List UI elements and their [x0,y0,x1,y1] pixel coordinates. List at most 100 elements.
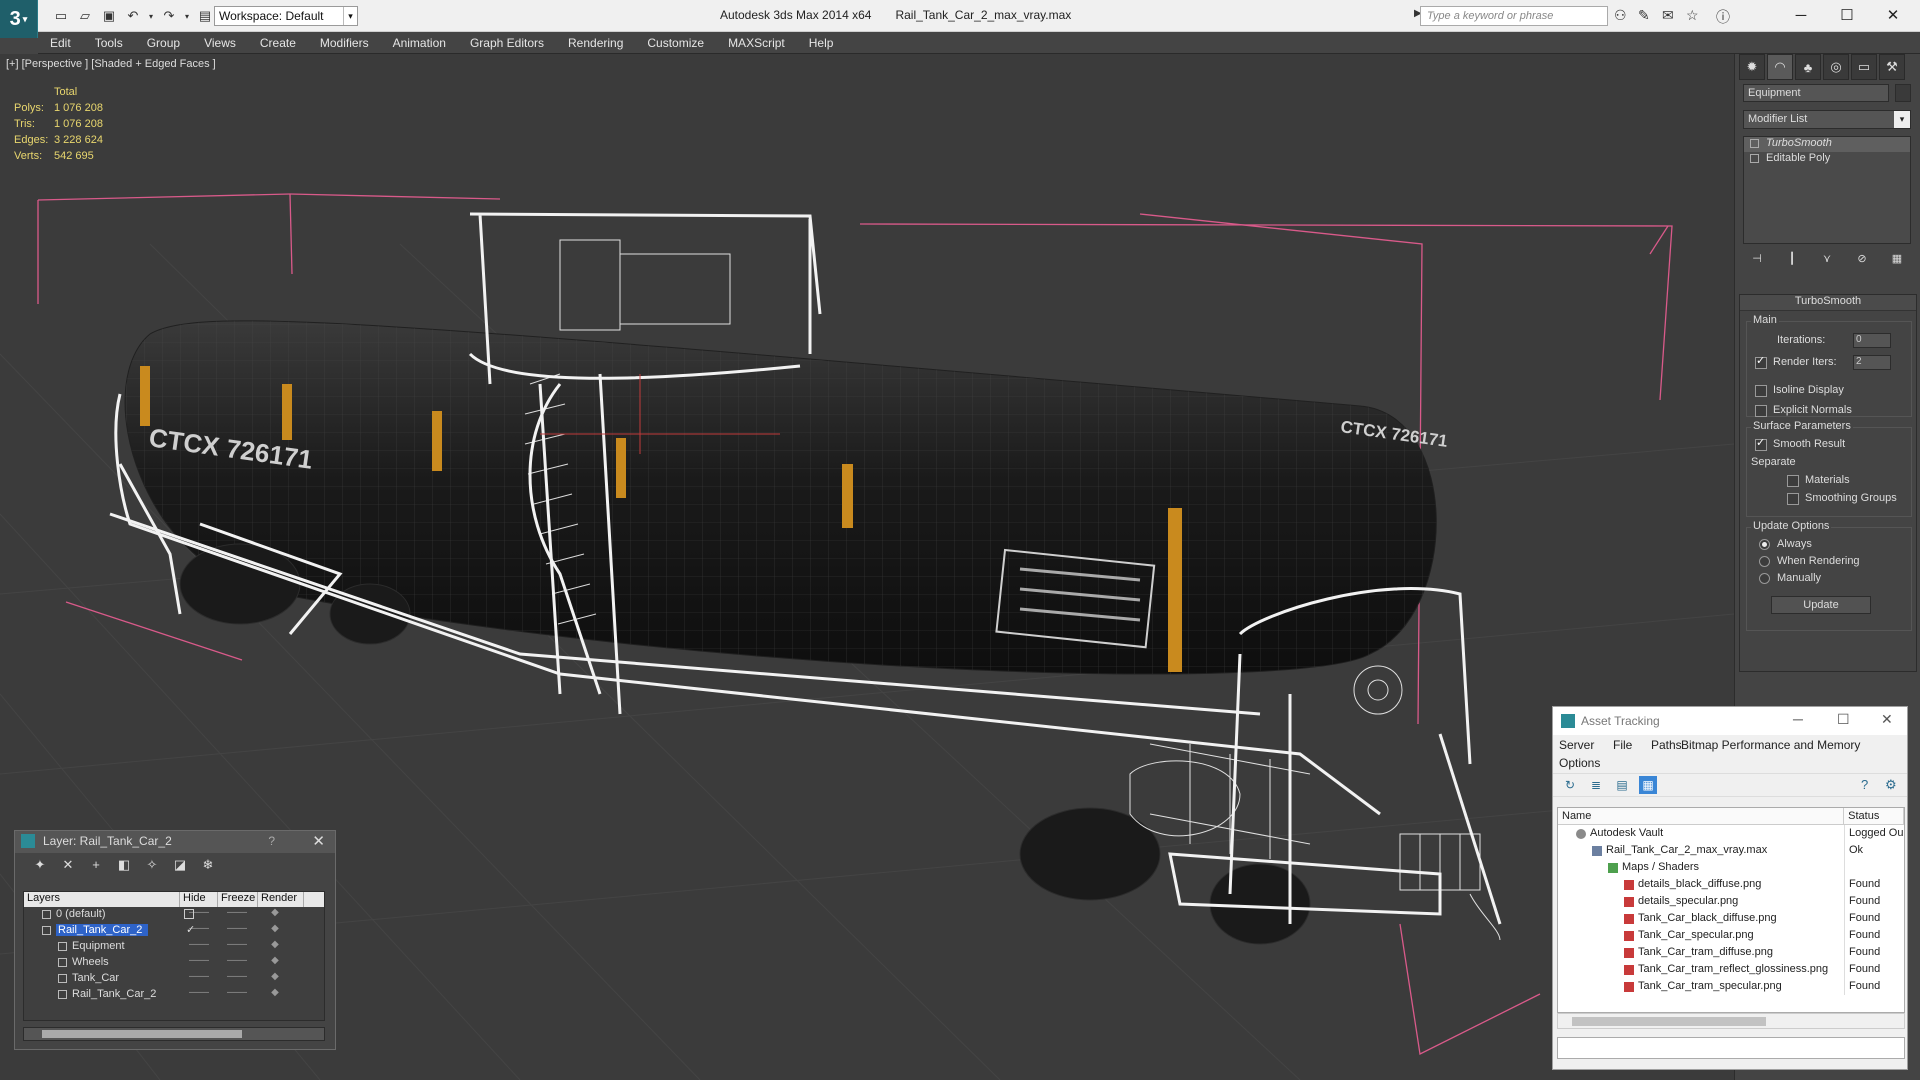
layer-horizontal-scrollbar[interactable] [23,1027,325,1041]
modifier-list-dropdown[interactable]: Modifier List ▾ [1743,110,1911,129]
pin-stack-icon[interactable]: ⊣ [1747,250,1767,268]
settings-icon[interactable]: ⚙ [1885,777,1897,793]
maximize-icon[interactable]: ☐ [1837,711,1850,728]
menu-group[interactable]: Group [135,36,192,50]
menu-file[interactable]: File [1613,738,1632,752]
workspace-dropdown[interactable]: Workspace: Default ▾ [214,6,358,26]
asset-row[interactable]: Maps / Shaders [1558,859,1904,876]
close-icon[interactable]: ✕ [1881,711,1893,728]
column-header-freeze[interactable]: Freeze [218,892,258,907]
redo-dropdown-icon[interactable]: ▾ [182,6,192,26]
help-icon[interactable]: ? [1861,777,1868,792]
asset-row[interactable]: Tank_Car_tram_specular.png Found [1558,978,1904,995]
iterations-spinner[interactable]: 0 [1853,333,1891,348]
app-menu-button[interactable]: 3 ▾ [0,0,38,38]
always-radio[interactable]: Always [1759,538,1812,550]
make-unique-icon[interactable]: ⋎ [1817,250,1837,268]
create-layer-icon[interactable]: ✦ [31,856,49,874]
create-tab-icon[interactable]: ✹ [1739,54,1765,80]
open-file-icon[interactable]: ▱ [74,6,96,26]
asset-row[interactable]: Tank_Car_black_diffuse.png Found [1558,910,1904,927]
update-button[interactable]: Update [1771,596,1871,614]
menu-edit[interactable]: Edit [38,36,83,50]
show-end-result-icon[interactable]: ┃ [1782,250,1802,268]
manually-radio[interactable]: Manually [1759,572,1821,584]
highlight-layer-icon[interactable]: ✧ [143,856,161,874]
list-view-icon[interactable]: ≣ [1587,776,1605,794]
favorites-star-icon[interactable]: ☆ [1686,7,1699,24]
asset-row[interactable]: details_specular.png Found [1558,893,1904,910]
render-teapot-icon[interactable]: ◆ [256,955,294,971]
render-teapot-icon[interactable]: ◆ [256,939,294,955]
render-teapot-icon[interactable]: ◆ [256,907,294,923]
motion-tab-icon[interactable]: ◎ [1823,54,1849,80]
asset-row[interactable]: Tank_Car_specular.png Found [1558,927,1904,944]
binoculars-icon[interactable]: ⚇ [1614,7,1627,24]
modify-tab-icon[interactable]: ◠ [1767,54,1793,80]
menu-modifiers[interactable]: Modifiers [308,36,381,50]
new-file-icon[interactable]: ▭ [50,6,72,26]
stack-item-editable-poly[interactable]: Editable Poly [1744,152,1910,167]
active-layer-box[interactable] [184,909,194,919]
object-color-swatch[interactable] [1895,84,1911,102]
freeze-toggle[interactable]: —— [218,955,256,971]
refresh-icon[interactable]: ↻ [1561,776,1579,794]
materials-checkbox[interactable]: Materials [1787,474,1850,487]
menu-options[interactable]: Options [1559,756,1600,770]
render-teapot-icon[interactable]: ◆ [256,987,294,1003]
render-teapot-icon[interactable]: ◆ [256,923,294,939]
menu-maxscript[interactable]: MAXScript [716,36,797,50]
object-name-field[interactable]: Equipment [1743,84,1889,102]
add-to-layer-icon[interactable]: + [87,856,105,874]
asset-row[interactable]: Tank_Car_tram_reflect_glossiness.png Foun… [1558,961,1904,978]
undo-icon[interactable]: ↶ [122,6,144,26]
close-icon[interactable]: ✕ [312,832,325,850]
smoothing-groups-checkbox[interactable]: Smoothing Groups [1787,492,1897,505]
project-folder-icon[interactable]: ▤ [194,6,216,26]
freeze-toggle[interactable]: —— [218,939,256,955]
asset-row[interactable]: details_black_diffuse.png Found [1558,876,1904,893]
isoline-display-checkbox[interactable]: Isoline Display [1755,384,1844,397]
search-input[interactable]: Type a keyword or phrase [1420,6,1608,26]
utilities-tab-icon[interactable]: ⚒ [1879,54,1905,80]
layer-row[interactable]: 0 (default) —— —— ◆ [24,907,324,923]
configure-sets-icon[interactable]: ▦ [1887,250,1907,268]
stack-item-turbosmooth[interactable]: TurboSmooth [1744,137,1910,152]
column-header-status[interactable]: Status [1844,808,1904,824]
menu-animation[interactable]: Animation [381,36,458,50]
column-header-layers[interactable]: Layers [24,892,180,907]
when-rendering-radio[interactable]: When Rendering [1759,555,1860,567]
table-view-icon[interactable]: ▦ [1639,776,1657,794]
communication-icon[interactable]: ✉ [1662,7,1674,24]
active-check-icon[interactable]: ✓ [186,923,195,936]
save-icon[interactable]: ▣ [98,6,120,26]
help-icon[interactable]: ? [268,834,275,848]
display-tab-icon[interactable]: ▭ [1851,54,1877,80]
column-header-name[interactable]: Name [1558,808,1845,824]
scrollbar-thumb[interactable] [42,1030,242,1038]
asset-row[interactable]: Tank_Car_tram_diffuse.png Found [1558,944,1904,961]
layer-window-titlebar[interactable]: Layer: Rail_Tank_Car_2 ? ✕ [15,831,335,853]
smooth-result-checkbox[interactable]: Smooth Result [1755,436,1845,451]
menu-help[interactable]: Help [797,36,846,50]
help-icon[interactable]: ⓘ [1716,7,1730,27]
hide-toggle[interactable]: —— [180,987,218,1003]
menu-rendering[interactable]: Rendering [556,36,635,50]
column-header-render[interactable]: Render [258,892,304,907]
asset-row[interactable]: Autodesk Vault Logged Ou [1558,825,1904,842]
freeze-all-icon[interactable]: ❄ [199,856,217,874]
freeze-toggle[interactable]: —— [218,971,256,987]
viewport-label[interactable]: [+] [Perspective ] [Shaded + Edged Faces… [6,58,216,70]
menu-paths[interactable]: Paths [1651,738,1682,752]
asset-row[interactable]: Rail_Tank_Car_2_max_vray.max Ok [1558,842,1904,859]
layer-row[interactable]: Tank_Car —— —— ◆ [24,971,324,987]
menu-customize[interactable]: Customize [635,36,716,50]
remove-modifier-icon[interactable]: ⊘ [1852,250,1872,268]
explicit-normals-checkbox[interactable]: Explicit Normals [1755,404,1852,417]
layer-row[interactable]: Equipment —— —— ◆ [24,939,324,955]
scrollbar-thumb[interactable] [1572,1017,1766,1026]
hide-toggle[interactable]: —— [180,971,218,987]
hide-toggle[interactable]: —— [180,939,218,955]
menu-bitmap-performance[interactable]: Bitmap Performance and Memory [1681,738,1860,752]
freeze-toggle[interactable]: —— [218,923,256,939]
